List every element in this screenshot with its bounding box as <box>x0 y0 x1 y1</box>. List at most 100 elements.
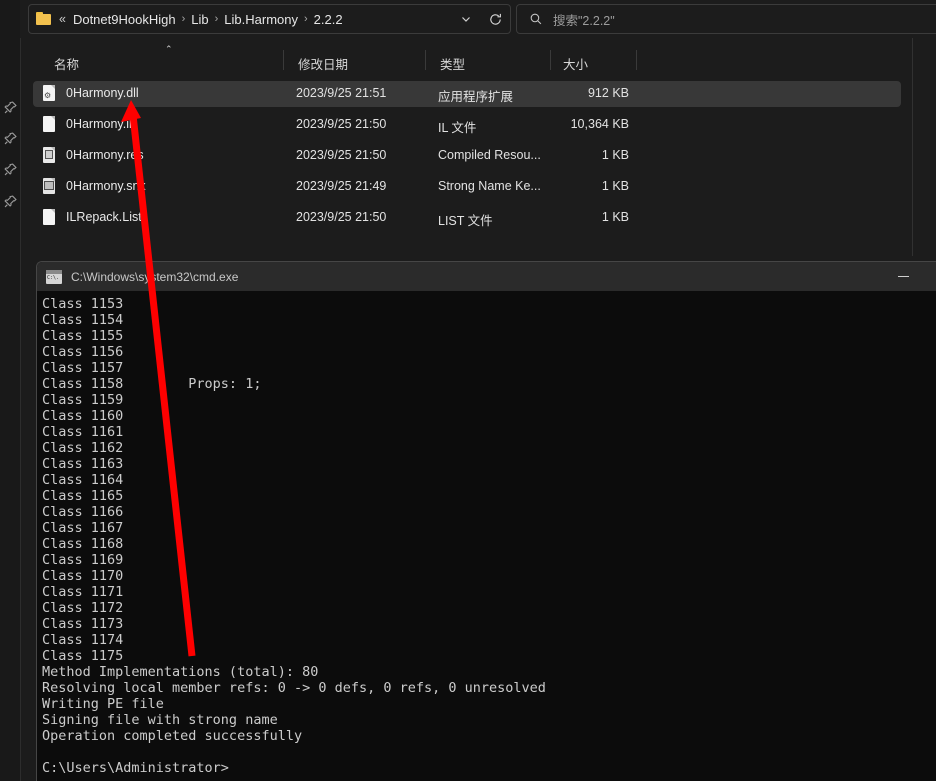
column-divider[interactable] <box>425 50 426 70</box>
breadcrumb-separator: › <box>214 13 219 25</box>
file-list-panel: ⌃ 名称 修改日期 类型 大小 ⚙ 0Harmony.dll 2023/9/25… <box>21 38 915 256</box>
minimize-icon[interactable] <box>888 262 918 291</box>
console-line: Class 1165 <box>42 488 124 504</box>
table-row[interactable]: 0Harmony.il 2023/9/25 21:50 IL 文件 10,364… <box>33 112 901 138</box>
breadcrumb-overflow-icon[interactable]: « <box>56 12 69 26</box>
table-row[interactable]: ⚙ 0Harmony.dll 2023/9/25 21:51 应用程序扩展 91… <box>33 81 901 107</box>
folder-icon <box>36 12 52 26</box>
console-line: Class 1167 <box>42 520 124 536</box>
console-line: Class 1170 <box>42 568 124 584</box>
il-file-icon <box>41 116 58 134</box>
console-window: C:\Windows\system32\cmd.exe Class 1153 C… <box>36 261 936 781</box>
console-output[interactable]: Class 1153 Class 1154 Class 1155 Class 1… <box>37 291 936 781</box>
column-header-size[interactable]: 大小 <box>563 54 588 73</box>
pin-icon[interactable] <box>3 162 18 177</box>
console-line: Class 1157 <box>42 360 124 376</box>
breadcrumb-item-0[interactable]: Dotnet9HookHigh <box>69 10 180 29</box>
breadcrumb-separator: › <box>181 13 186 25</box>
console-line: Class 1159 <box>42 392 124 408</box>
table-row[interactable]: 0Harmony.res 2023/9/25 21:50 Compiled Re… <box>33 143 901 169</box>
file-size: 1 KB <box>601 148 629 162</box>
column-divider[interactable] <box>283 50 284 70</box>
file-date: 2023/9/25 21:50 <box>296 117 387 131</box>
breadcrumb-separator: › <box>303 13 308 25</box>
pin-icon[interactable] <box>3 131 18 146</box>
console-title-bar[interactable]: C:\Windows\system32\cmd.exe <box>37 262 936 291</box>
console-line: Class 1154 <box>42 312 124 328</box>
console-line: Signing file with strong name <box>42 712 278 728</box>
console-title-text: C:\Windows\system32\cmd.exe <box>71 269 239 284</box>
console-line: Class 1169 <box>42 552 124 568</box>
console-line: Class 1153 <box>42 296 124 312</box>
console-line: Operation completed successfully <box>42 728 303 744</box>
console-line: Class 1156 <box>42 344 124 360</box>
file-type: Compiled Resou... <box>438 148 541 162</box>
column-divider[interactable] <box>636 50 637 70</box>
search-box[interactable]: 搜索"2.2.2" <box>516 4 936 34</box>
column-header-name[interactable]: 名称 <box>54 54 79 73</box>
file-name: ILRepack.List <box>66 210 142 224</box>
console-line: Class 1173 <box>42 616 124 632</box>
column-header-type[interactable]: 类型 <box>440 54 465 73</box>
chevron-down-icon[interactable] <box>452 5 480 33</box>
console-line: Class 1160 <box>42 408 124 424</box>
console-line: Writing PE file <box>42 696 164 712</box>
console-line: Class 1158 Props: 1; <box>42 376 262 392</box>
console-line: Class 1161 <box>42 424 124 440</box>
resource-file-icon <box>41 147 58 165</box>
panel-right-edge <box>912 38 913 256</box>
file-date: 2023/9/25 21:49 <box>296 179 387 193</box>
console-line: Class 1172 <box>42 600 124 616</box>
breadcrumb: « Dotnet9HookHigh › Lib › Lib.Harmony › … <box>56 10 452 29</box>
pin-icon[interactable] <box>3 100 18 115</box>
file-size: 1 KB <box>601 179 629 193</box>
breadcrumb-item-1[interactable]: Lib <box>187 10 212 29</box>
column-header-date[interactable]: 修改日期 <box>298 54 348 73</box>
address-bar[interactable]: « Dotnet9HookHigh › Lib › Lib.Harmony › … <box>28 4 511 34</box>
file-date: 2023/9/25 21:50 <box>296 210 387 224</box>
console-line: Class 1168 <box>42 536 124 552</box>
file-name: 0Harmony.dll <box>66 86 139 100</box>
refresh-icon[interactable] <box>480 5 510 33</box>
console-line: Class 1155 <box>42 328 124 344</box>
table-row[interactable]: 0Harmony.snk 2023/9/25 21:49 Strong Name… <box>33 174 901 200</box>
top-bar: « Dotnet9HookHigh › Lib › Lib.Harmony › … <box>20 0 936 38</box>
left-rail <box>0 0 20 781</box>
file-type: IL 文件 <box>438 121 477 135</box>
column-divider[interactable] <box>550 50 551 70</box>
console-line: Class 1162 <box>42 440 124 456</box>
strong-name-key-file-icon <box>41 178 58 196</box>
console-line: Class 1163 <box>42 456 124 472</box>
file-type: 应用程序扩展 <box>438 90 514 104</box>
console-prompt-line: C:\Users\Administrator> <box>42 760 229 776</box>
sort-ascending-icon[interactable]: ⌃ <box>165 45 173 54</box>
file-type: Strong Name Ke... <box>438 179 541 193</box>
file-size: 1 KB <box>601 210 629 224</box>
console-line: Resolving local member refs: 0 -> 0 defs… <box>42 680 546 696</box>
search-input[interactable]: 搜索"2.2.2" <box>553 10 615 29</box>
file-date: 2023/9/25 21:51 <box>296 86 387 100</box>
file-size: 912 KB <box>587 86 629 100</box>
file-name: 0Harmony.il <box>66 117 132 131</box>
dll-file-icon: ⚙ <box>41 85 58 103</box>
file-name: 0Harmony.res <box>66 148 144 162</box>
pin-icon[interactable] <box>3 194 18 209</box>
console-line: Class 1171 <box>42 584 124 600</box>
console-line: Class 1164 <box>42 472 124 488</box>
cmd-icon <box>46 269 62 284</box>
console-line: Class 1166 <box>42 504 124 520</box>
breadcrumb-item-3[interactable]: 2.2.2 <box>310 10 347 29</box>
breadcrumb-item-2[interactable]: Lib.Harmony <box>220 10 302 29</box>
table-row[interactable]: ILRepack.List 2023/9/25 21:50 LIST 文件 1 … <box>33 205 901 231</box>
list-file-icon <box>41 209 58 227</box>
file-type: LIST 文件 <box>438 214 493 228</box>
file-date: 2023/9/25 21:50 <box>296 148 387 162</box>
file-list-header: ⌃ 名称 修改日期 类型 大小 <box>21 43 915 77</box>
console-line: Class 1175 <box>42 648 124 664</box>
file-size: 10,364 KB <box>570 117 629 131</box>
search-icon <box>529 12 543 26</box>
file-name: 0Harmony.snk <box>66 179 146 193</box>
console-line: Class 1174 <box>42 632 124 648</box>
explorer-window: « Dotnet9HookHigh › Lib › Lib.Harmony › … <box>0 0 936 781</box>
